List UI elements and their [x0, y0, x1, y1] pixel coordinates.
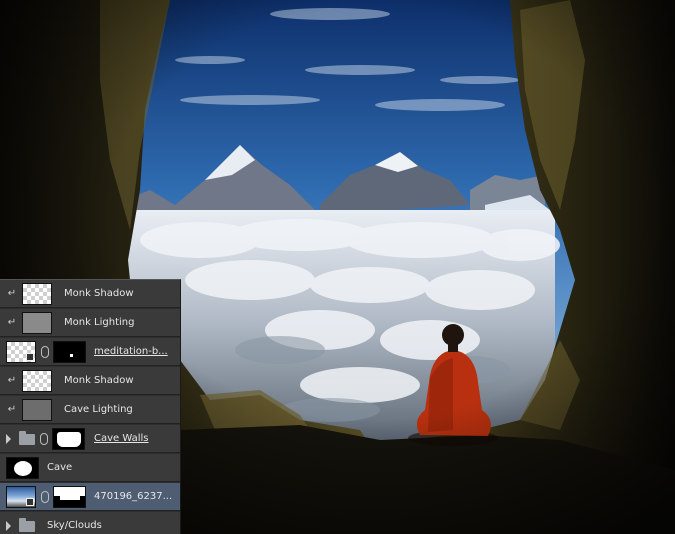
folder-icon: [19, 431, 35, 445]
layer-thumbnail: [6, 341, 36, 363]
layer-row-sky-clouds-group[interactable]: Sky/Clouds: [0, 512, 180, 534]
clipping-arrow-icon: ↵: [7, 317, 17, 328]
chain-link-icon[interactable]: [41, 346, 49, 358]
clipping-arrow-icon: ↵: [7, 375, 17, 386]
layer-thumbnail: [22, 370, 52, 392]
layer-thumbnail: [22, 312, 52, 334]
layer-mask-thumbnail[interactable]: [53, 341, 86, 363]
layer-thumbnail: [22, 399, 52, 421]
clipping-arrow-icon: ↵: [7, 288, 17, 299]
layer-thumbnail: [6, 486, 36, 508]
layers-panel: ↵ Monk Shadow ↵ Monk Lighting meditation…: [0, 279, 181, 534]
layer-name: Cave Walls: [94, 433, 149, 444]
layer-name: Monk Shadow: [64, 375, 134, 386]
layer-mask-thumbnail[interactable]: [53, 486, 86, 508]
layer-row-cave[interactable]: Cave: [0, 454, 180, 482]
triangle-right-icon[interactable]: [6, 521, 11, 531]
layer-row-monk-shadow-2[interactable]: ↵ Monk Shadow: [0, 367, 180, 395]
layer-name: Monk Shadow: [64, 288, 134, 299]
clipping-arrow-icon: ↵: [7, 404, 17, 415]
layer-name: Monk Lighting: [64, 317, 135, 328]
chain-link-icon[interactable]: [40, 433, 48, 445]
layer-row-monk-shadow[interactable]: ↵ Monk Shadow: [0, 280, 180, 308]
layer-row-monk-lighting[interactable]: ↵ Monk Lighting: [0, 309, 180, 337]
folder-icon: [19, 518, 35, 532]
triangle-right-icon[interactable]: [6, 434, 11, 444]
layer-name: 470196_6237...: [94, 491, 173, 502]
layer-mask-thumbnail[interactable]: [52, 428, 85, 450]
layer-row-cave-lighting[interactable]: ↵ Cave Lighting: [0, 396, 180, 424]
layer-name: Sky/Clouds: [47, 520, 102, 531]
layer-name: Cave Lighting: [64, 404, 133, 415]
layer-row-meditation[interactable]: meditation-b...: [0, 338, 180, 366]
smart-object-icon: [26, 353, 34, 361]
layer-name: meditation-b...: [94, 346, 168, 357]
layer-thumbnail: [6, 457, 39, 479]
chain-link-icon[interactable]: [41, 491, 49, 503]
layer-thumbnail: [22, 283, 52, 305]
smart-object-icon: [26, 498, 34, 506]
layer-row-photo[interactable]: 470196_6237...: [0, 483, 180, 511]
layer-row-cave-walls-group[interactable]: Cave Walls: [0, 425, 180, 453]
layer-name: Cave: [47, 462, 73, 473]
